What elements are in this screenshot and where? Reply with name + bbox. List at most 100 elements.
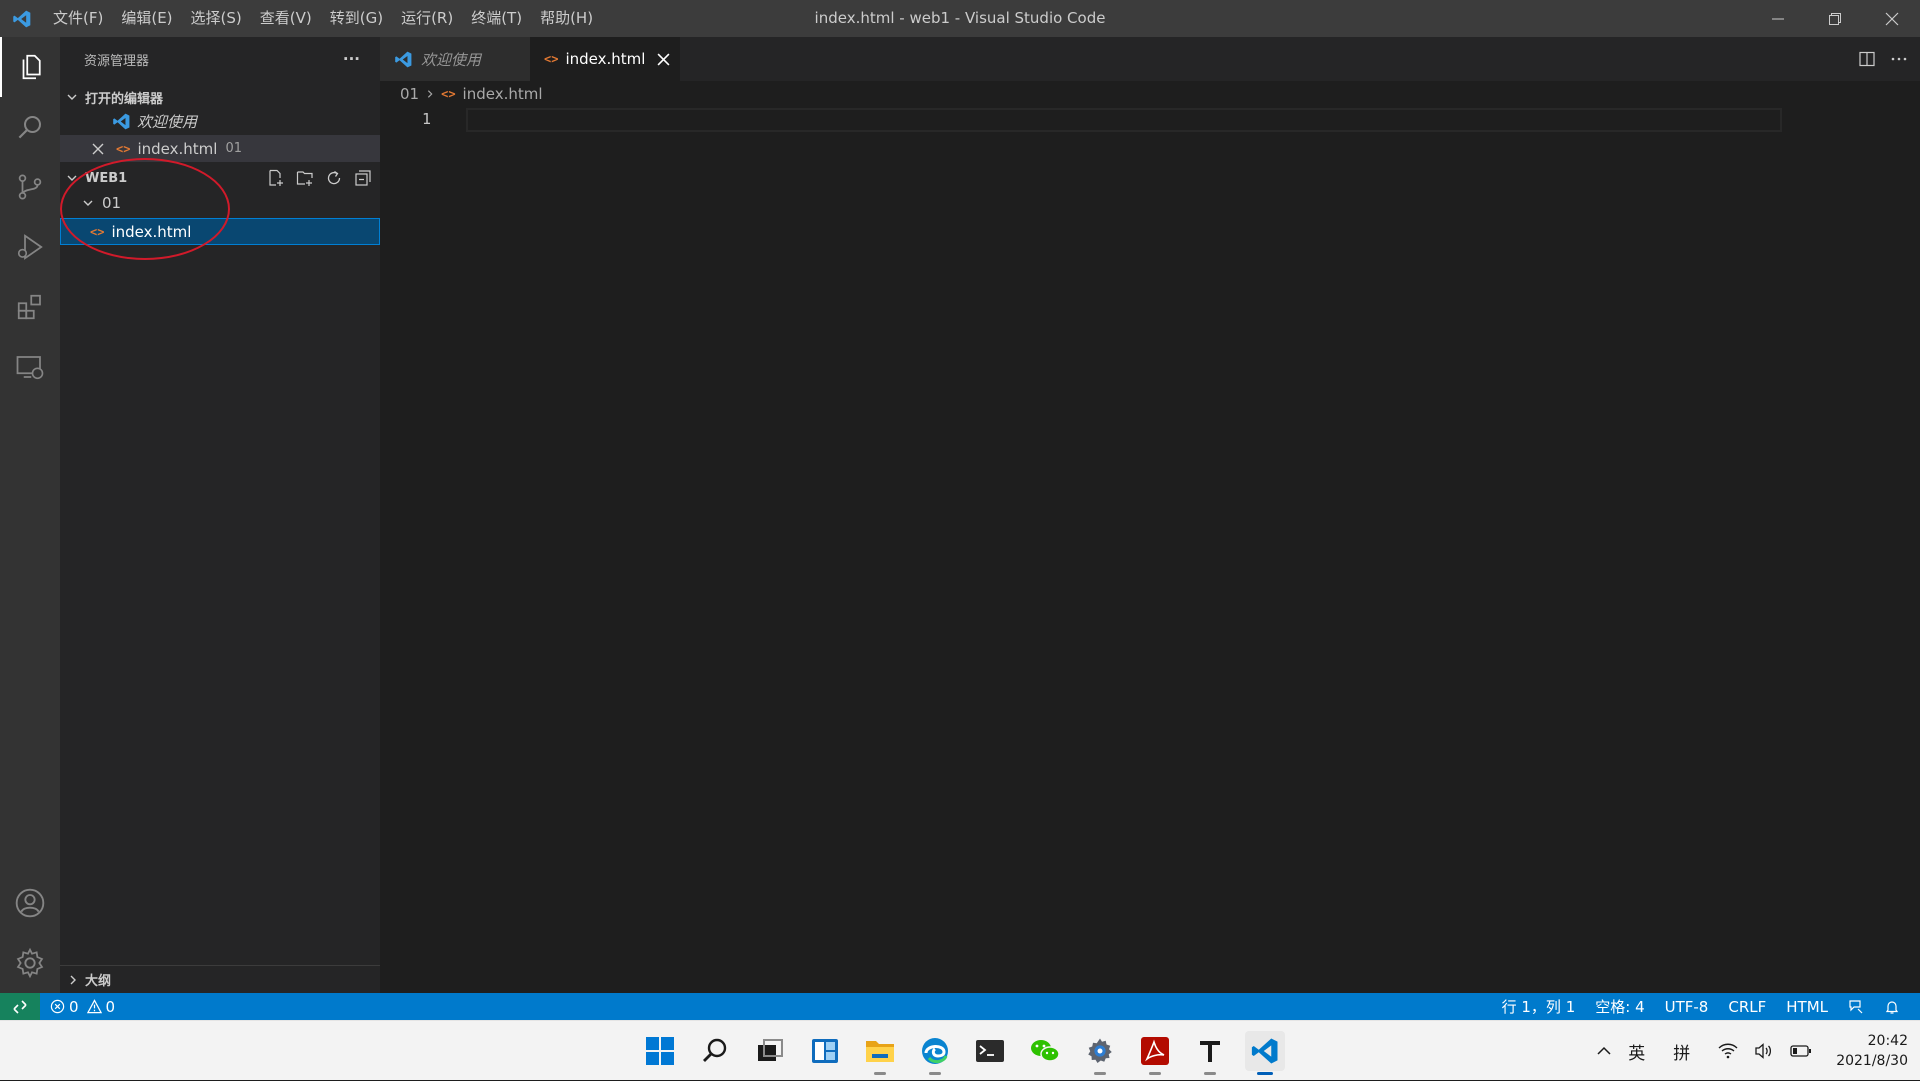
activity-bar xyxy=(0,37,60,993)
split-editor-icon[interactable] xyxy=(1858,50,1876,68)
status-bar: 0 0 行 1，列 1 空格: 4 UTF-8 CRLF HTML xyxy=(0,993,1920,1020)
ime-mode[interactable]: 拼 xyxy=(1665,1039,1698,1064)
close-icon[interactable] xyxy=(657,53,670,66)
html-icon: <> xyxy=(116,141,131,156)
gear-icon[interactable] xyxy=(0,933,60,993)
remote-indicator[interactable] xyxy=(0,993,40,1020)
task-view-icon[interactable] xyxy=(750,1031,790,1071)
menu-run[interactable]: 运行(R) xyxy=(392,0,462,37)
account-icon[interactable] xyxy=(0,873,60,933)
running-indicator xyxy=(1149,1072,1161,1075)
wifi-icon[interactable] xyxy=(1710,1043,1746,1059)
volume-icon[interactable] xyxy=(1746,1043,1782,1059)
remote-explorer-icon[interactable] xyxy=(0,337,60,397)
window-title: index.html - web1 - Visual Studio Code xyxy=(814,9,1106,27)
menu-terminal[interactable]: 终端(T) xyxy=(462,0,531,37)
close-icon[interactable] xyxy=(92,143,104,155)
code-editor[interactable]: 1 xyxy=(380,107,1920,993)
end-of-line[interactable]: CRLF xyxy=(1718,998,1776,1016)
line-number: 1 xyxy=(422,110,432,128)
terminal-icon[interactable] xyxy=(970,1031,1010,1071)
language-mode[interactable]: HTML xyxy=(1776,998,1838,1016)
chevron-down-icon xyxy=(60,91,80,103)
clock-date: 2021/8/30 xyxy=(1836,1053,1908,1069)
chevron-right-icon xyxy=(425,89,435,99)
breadcrumb: 01 <> index.html xyxy=(380,81,1920,107)
status-bar-right: 行 1，列 1 空格: 4 UTF-8 CRLF HTML xyxy=(1492,993,1910,1020)
cursor-position[interactable]: 行 1，列 1 xyxy=(1492,996,1586,1017)
menu-view[interactable]: 查看(V) xyxy=(251,0,321,37)
menu-help[interactable]: 帮助(H) xyxy=(531,0,602,37)
extensions-icon[interactable] xyxy=(0,277,60,337)
open-editor-label: 欢迎使用 xyxy=(137,113,198,131)
acrobat-icon[interactable] xyxy=(1135,1031,1175,1075)
widgets-icon[interactable] xyxy=(805,1031,845,1071)
menu-selection[interactable]: 选择(S) xyxy=(182,0,251,37)
chevron-up-icon[interactable] xyxy=(1588,1043,1620,1059)
close-window-button[interactable] xyxy=(1863,0,1920,37)
tab-label: index.html xyxy=(565,50,646,68)
bell-icon[interactable] xyxy=(1874,999,1910,1015)
title-bar: 文件(F) 编辑(E) 选择(S) 查看(V) 转到(G) 运行(R) 终端(T… xyxy=(0,0,1920,37)
typora-icon[interactable] xyxy=(1190,1031,1230,1075)
open-editor-desc: 01 xyxy=(225,141,242,156)
tab-welcome[interactable]: 欢迎使用 xyxy=(380,37,530,81)
indentation[interactable]: 空格: 4 xyxy=(1585,996,1654,1017)
battery-icon[interactable] xyxy=(1782,1044,1820,1058)
run-debug-icon[interactable] xyxy=(0,217,60,277)
menu-bar: 文件(F) 编辑(E) 选择(S) 查看(V) 转到(G) 运行(R) 终端(T… xyxy=(44,0,602,37)
running-indicator xyxy=(1094,1072,1106,1075)
outline-label: 大纲 xyxy=(85,974,112,989)
refresh-icon[interactable] xyxy=(325,169,343,187)
problems-indicator[interactable]: 0 0 xyxy=(40,998,125,1016)
chevron-right-icon xyxy=(60,974,80,986)
search-icon[interactable] xyxy=(695,1031,735,1071)
input-language[interactable]: 英 xyxy=(1620,1039,1653,1064)
open-editor-label: index.html xyxy=(137,139,218,158)
running-indicator xyxy=(874,1072,886,1075)
running-indicator xyxy=(1257,1072,1273,1075)
menu-go[interactable]: 转到(G) xyxy=(321,0,392,37)
running-indicator xyxy=(1204,1072,1216,1075)
more-actions-icon[interactable] xyxy=(1890,50,1908,68)
encoding[interactable]: UTF-8 xyxy=(1655,998,1719,1016)
warning-count: 0 xyxy=(105,997,116,1016)
editor-actions xyxy=(1858,37,1908,81)
open-editors-label: 打开的编辑器 xyxy=(85,91,164,107)
clock[interactable]: 20:42 2021/8/30 xyxy=(1820,1031,1908,1071)
vscode-icon xyxy=(394,50,413,69)
warning-icon xyxy=(86,999,102,1014)
open-editor-item-welcome[interactable]: 欢迎使用 xyxy=(60,108,380,135)
open-editors-header[interactable]: 打开的编辑器 xyxy=(60,86,380,108)
breadcrumb-file[interactable]: index.html xyxy=(463,85,543,103)
vscode-icon[interactable] xyxy=(1245,1031,1285,1075)
feedback-icon[interactable] xyxy=(1838,999,1874,1015)
new-folder-icon[interactable] xyxy=(296,169,314,187)
start-icon[interactable] xyxy=(640,1031,680,1071)
breadcrumb-folder[interactable]: 01 xyxy=(400,85,419,103)
new-file-icon[interactable] xyxy=(267,169,285,187)
vscode-logo-icon xyxy=(0,0,44,37)
menu-file[interactable]: 文件(F) xyxy=(44,0,112,37)
source-control-icon[interactable] xyxy=(0,157,60,217)
open-editor-item-index[interactable]: <> index.html 01 xyxy=(60,135,380,162)
wechat-icon[interactable] xyxy=(1025,1031,1065,1071)
search-icon[interactable] xyxy=(0,97,60,157)
explorer-icon[interactable] xyxy=(0,37,60,97)
html-icon: <> xyxy=(441,87,456,101)
collapse-all-icon[interactable] xyxy=(354,169,372,187)
menu-edit[interactable]: 编辑(E) xyxy=(112,0,181,37)
tab-label: 欢迎使用 xyxy=(421,50,482,69)
clock-time: 20:42 xyxy=(1867,1033,1908,1049)
minimize-button[interactable] xyxy=(1749,0,1806,37)
file-explorer-icon[interactable] xyxy=(860,1031,900,1075)
error-icon xyxy=(50,999,65,1014)
restore-button[interactable] xyxy=(1806,0,1863,37)
taskbar-apps xyxy=(640,1021,1285,1081)
settings-icon[interactable] xyxy=(1080,1031,1120,1075)
windows-taskbar: 英 拼 20:42 2021/8/30 xyxy=(0,1020,1920,1080)
more-actions-button[interactable]: ··· xyxy=(343,50,360,68)
tab-index-html[interactable]: <> index.html xyxy=(530,37,680,81)
outline-header[interactable]: 大纲 xyxy=(60,965,380,993)
edge-icon[interactable] xyxy=(915,1031,955,1075)
